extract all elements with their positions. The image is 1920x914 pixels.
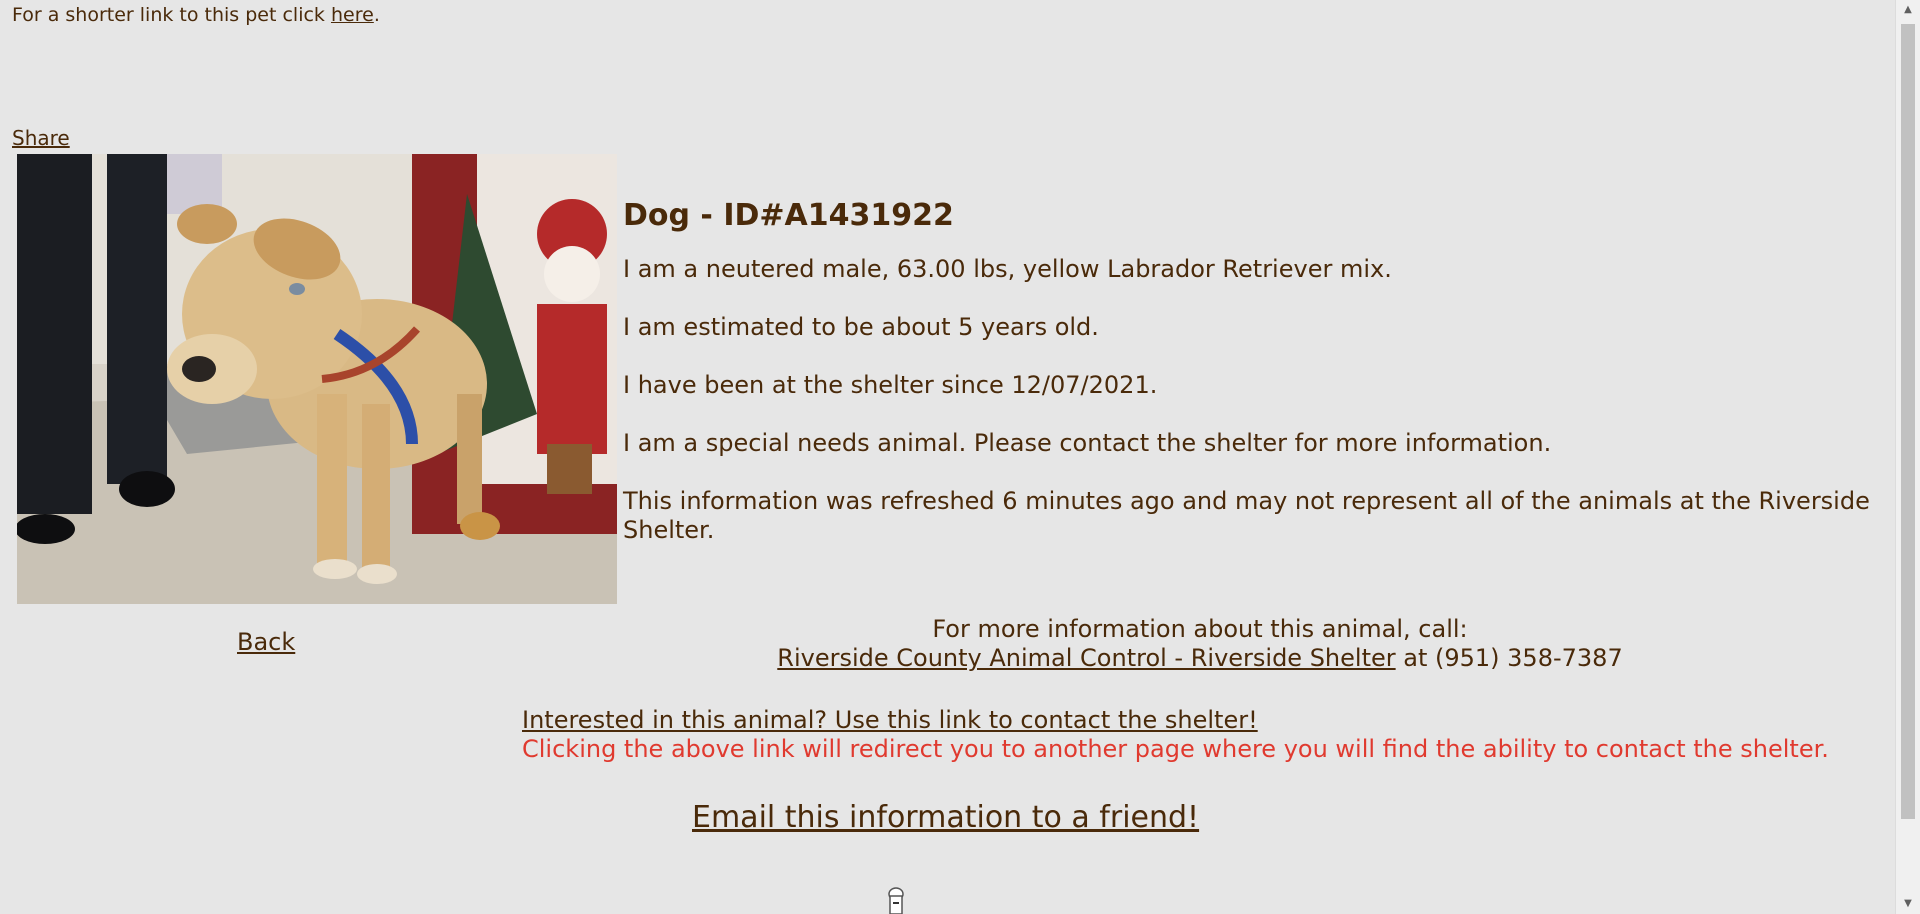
scroll-up-arrow-icon[interactable]: ▲ [1896, 0, 1920, 20]
scroll-down-arrow-icon[interactable]: ▼ [1896, 894, 1920, 914]
email-friend-link[interactable]: Email this information to a friend! [692, 800, 1199, 835]
contact-intro: For more information about this animal, … [932, 615, 1468, 643]
pet-description: I am a neutered male, 63.00 lbs, yellow … [623, 255, 1392, 283]
contact-line: Riverside County Animal Control - Rivers… [520, 644, 1880, 673]
shorter-link-text: For a shorter link to this pet click [12, 4, 331, 26]
pet-age: I am estimated to be about 5 years old. [623, 313, 1099, 341]
pet-detail-page: For a shorter link to this pet click her… [0, 0, 1896, 914]
scrollbar-thumb[interactable] [1901, 24, 1915, 819]
pet-refresh-note: This information was refreshed 6 minutes… [623, 487, 1870, 544]
redirect-warning: Clicking the above link will redirect yo… [522, 735, 1829, 763]
share-link[interactable]: Share [12, 126, 70, 150]
pet-shelter-since: I have been at the shelter since 12/07/2… [623, 371, 1158, 399]
loading-spinner-icon [887, 886, 905, 914]
pet-info: Dog - ID#A1431922 I am a neutered male, … [623, 198, 1891, 574]
dog-photo-image [17, 154, 617, 604]
pet-special-needs: I am a special needs animal. Please cont… [623, 429, 1552, 457]
back-link[interactable]: Back [237, 628, 295, 656]
shorter-link-line: For a shorter link to this pet click her… [12, 4, 380, 26]
shorter-link-here[interactable]: here [331, 4, 374, 26]
pet-photo [17, 154, 617, 604]
contact-shelter-link[interactable]: Interested in this animal? Use this link… [522, 706, 1258, 734]
vertical-scrollbar[interactable]: ▲ ▼ [1895, 0, 1920, 914]
interest-section: Interested in this animal? Use this link… [522, 706, 1829, 764]
shelter-phone: at (951) 358-7387 [1395, 644, 1623, 672]
contact-info: For more information about this animal, … [520, 615, 1880, 673]
pet-title: Dog - ID#A1431922 [623, 198, 954, 233]
shelter-name-link[interactable]: Riverside County Animal Control - Rivers… [777, 644, 1395, 672]
shorter-link-period: . [373, 4, 380, 26]
